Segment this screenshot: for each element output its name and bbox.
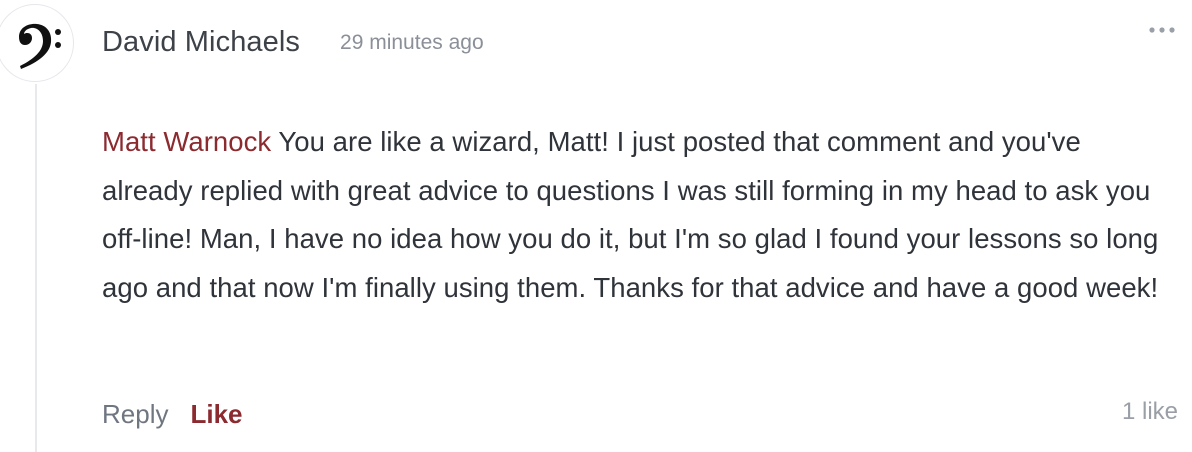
thread-line bbox=[35, 84, 37, 452]
comment-card: David Michaels 29 minutes ago Matt Warno… bbox=[0, 0, 1192, 452]
comment-timestamp[interactable]: 29 minutes ago bbox=[340, 29, 484, 55]
bass-clef-icon bbox=[19, 23, 61, 69]
reply-button[interactable]: Reply bbox=[102, 399, 168, 430]
like-count[interactable]: 1 like bbox=[1122, 392, 1178, 432]
author-name[interactable]: David Michaels bbox=[102, 26, 300, 59]
more-horizontal-icon bbox=[1149, 27, 1175, 33]
comment-actions: Reply Like bbox=[102, 392, 243, 436]
like-button[interactable]: Like bbox=[190, 399, 242, 430]
mention-link[interactable]: Matt Warnock bbox=[102, 126, 271, 157]
avatar[interactable] bbox=[0, 4, 74, 82]
comment-body: Matt Warnock You are like a wizard, Matt… bbox=[102, 118, 1162, 312]
comment-header: David Michaels 29 minutes ago bbox=[102, 22, 484, 62]
more-options-button[interactable] bbox=[1146, 20, 1178, 40]
